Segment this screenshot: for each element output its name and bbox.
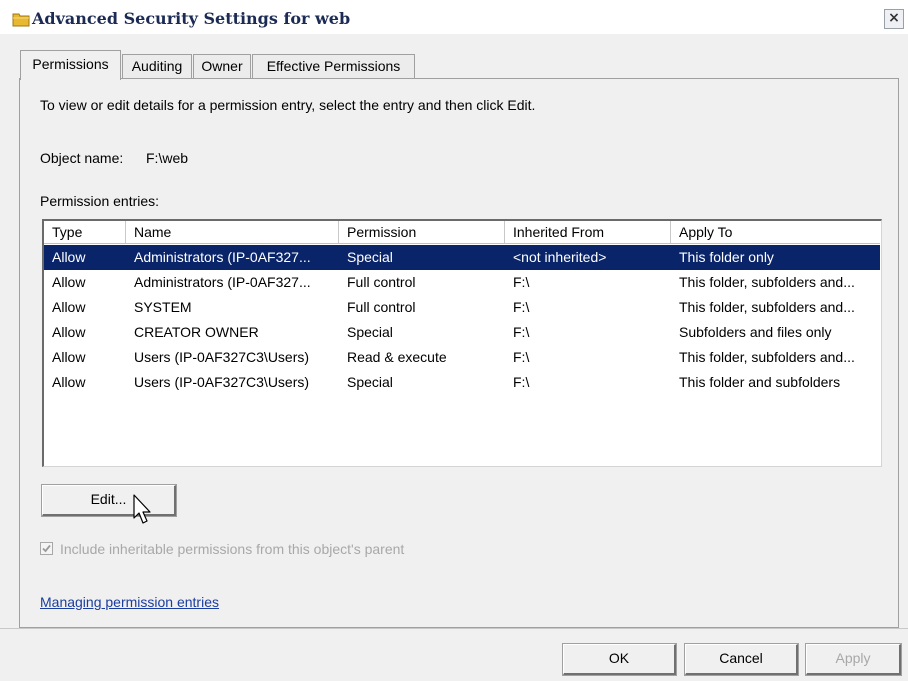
folder-icon (12, 13, 30, 27)
cell-type: Allow (52, 349, 86, 365)
cell-type: Allow (52, 249, 86, 265)
permission-entries-label: Permission entries: (40, 193, 160, 209)
cell-type: Allow (52, 299, 86, 315)
window-title: Advanced Security Settings for web (32, 9, 351, 28)
cell-type: Allow (52, 324, 86, 340)
column-header-type[interactable]: Type (44, 221, 126, 243)
cell-name: Administrators (IP-0AF327... (134, 274, 311, 290)
cell-permission: Special (347, 249, 393, 265)
cell-permission: Full control (347, 274, 416, 290)
cell-name: Users (IP-0AF327C3\Users) (134, 374, 310, 390)
cancel-button[interactable]: Cancel (684, 643, 799, 676)
cell-type: Allow (52, 374, 86, 390)
managing-permission-entries-link[interactable]: Managing permission entries (40, 594, 219, 610)
ok-button[interactable]: OK (562, 643, 677, 676)
tab-auditing[interactable]: Auditing (122, 54, 192, 78)
inherit-permissions-checkbox[interactable] (40, 542, 53, 555)
inherit-permissions-label: Include inheritable permissions from thi… (60, 541, 405, 557)
footer-divider (0, 628, 908, 629)
cell-permission: Read & execute (347, 349, 447, 365)
cell-apply-to: This folder only (679, 249, 774, 265)
column-header-apply-to[interactable]: Apply To (671, 221, 880, 243)
cell-inherited-from: F:\ (513, 274, 530, 290)
table-row[interactable]: Allow Administrators (IP-0AF327... Full … (44, 270, 880, 295)
column-header-inherited-from[interactable]: Inherited From (505, 221, 671, 243)
cell-apply-to: This folder, subfolders and... (679, 299, 855, 315)
cell-inherited-from: <not inherited> (513, 249, 607, 265)
cell-inherited-from: F:\ (513, 349, 530, 365)
table-row[interactable]: Allow Administrators (IP-0AF327... Speci… (44, 245, 880, 270)
cell-inherited-from: F:\ (513, 324, 530, 340)
tab-permissions[interactable]: Permissions (20, 50, 121, 80)
mouse-cursor-icon (133, 494, 151, 524)
advanced-security-dialog: Advanced Security Settings for web × Per… (0, 0, 908, 681)
cell-apply-to: Subfolders and files only (679, 324, 832, 340)
title-bar[interactable]: Advanced Security Settings for web × (0, 0, 908, 34)
tab-owner[interactable]: Owner (193, 54, 251, 78)
edit-button[interactable]: Edit... (41, 484, 177, 517)
cell-apply-to: This folder, subfolders and... (679, 274, 855, 290)
apply-button[interactable]: Apply (805, 643, 902, 676)
cell-apply-to: This folder and subfolders (679, 374, 841, 390)
cell-apply-to: This folder, subfolders and... (679, 349, 855, 365)
cell-permission: Full control (347, 299, 416, 315)
instructions-text: To view or edit details for a permission… (40, 97, 536, 113)
table-row[interactable]: Allow Users (IP-0AF327C3\Users) Read & e… (44, 345, 880, 370)
checkmark-icon (42, 544, 51, 553)
cell-name: SYSTEM (134, 299, 192, 315)
cell-permission: Special (347, 324, 393, 340)
tab-effective-permissions[interactable]: Effective Permissions (252, 54, 415, 78)
table-row[interactable]: Allow Users (IP-0AF327C3\Users) Special … (44, 370, 880, 395)
column-header-name[interactable]: Name (126, 221, 339, 243)
cell-name: CREATOR OWNER (134, 324, 259, 340)
object-name-label: Object name: (40, 150, 124, 166)
cell-permission: Special (347, 374, 393, 390)
list-header: Type Name Permission Inherited From Appl… (44, 221, 880, 244)
column-header-permission[interactable]: Permission (339, 221, 505, 243)
table-row[interactable]: Allow SYSTEM Full control F:\ This folde… (44, 295, 880, 320)
cell-inherited-from: F:\ (513, 374, 530, 390)
object-name-value: F:\web (146, 150, 189, 166)
cell-name: Users (IP-0AF327C3\Users) (134, 349, 310, 365)
cell-type: Allow (52, 274, 86, 290)
cell-inherited-from: F:\ (513, 299, 530, 315)
close-button[interactable]: × (884, 9, 904, 29)
table-row[interactable]: Allow CREATOR OWNER Special F:\ Subfolde… (44, 320, 880, 345)
permission-entries-list[interactable]: Type Name Permission Inherited From Appl… (42, 219, 882, 467)
cell-name: Administrators (IP-0AF327... (134, 249, 311, 265)
